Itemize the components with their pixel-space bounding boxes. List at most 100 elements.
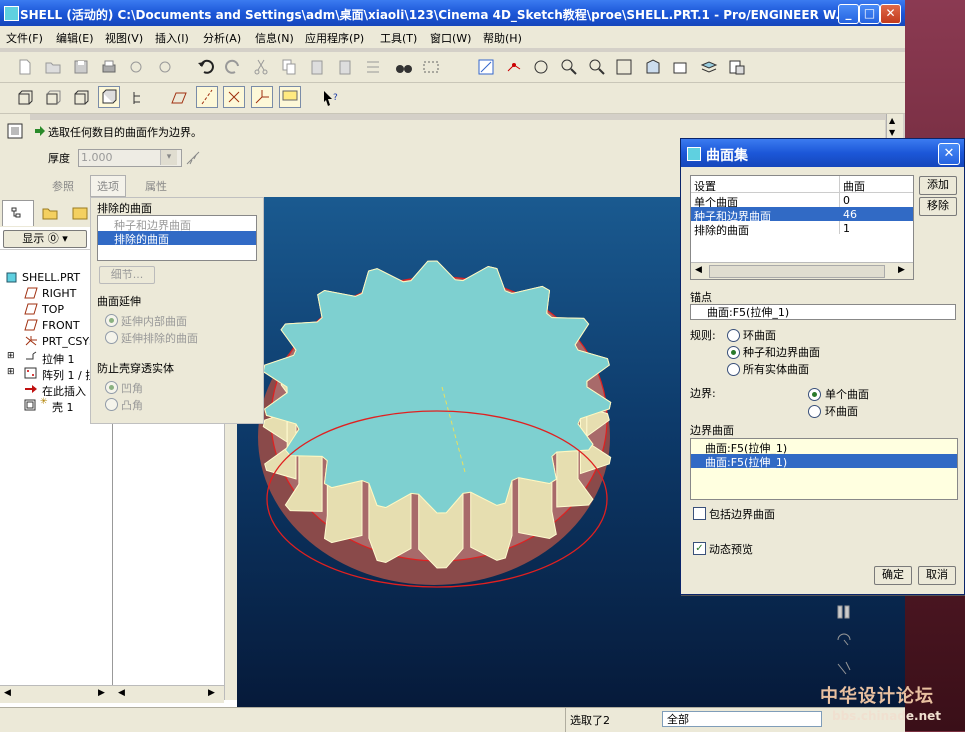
- remove-button[interactable]: 移除: [919, 197, 957, 216]
- tab-model-tree[interactable]: [2, 200, 34, 226]
- tree-horizontal-scrollbar[interactable]: ◀ ▶ ◀ ▶: [0, 685, 224, 703]
- coordinate-systems-icon[interactable]: [251, 86, 273, 108]
- table-row[interactable]: 排除的曲面 1: [691, 221, 913, 237]
- pause-icon[interactable]: [834, 602, 854, 622]
- no-hidden-icon[interactable]: [70, 87, 92, 109]
- datum-planes-icon[interactable]: [168, 87, 190, 109]
- rule-loop-radio[interactable]: [727, 329, 740, 342]
- expand-pattern-icon[interactable]: ⊞: [7, 367, 15, 377]
- menu-file[interactable]: 文件(F): [6, 30, 43, 46]
- scroll-right-icon[interactable]: ▶: [898, 265, 905, 275]
- wireframe-icon[interactable]: [14, 87, 36, 109]
- dynamic-preview-checkbox[interactable]: ✓: [693, 542, 706, 555]
- table-horizontal-scrollbar[interactable]: ◀ ▶: [691, 262, 913, 279]
- add-button[interactable]: 添加: [919, 176, 957, 195]
- open-folder-icon[interactable]: [42, 56, 64, 78]
- tree-item-insert-here[interactable]: 在此插入: [42, 383, 86, 399]
- anchor-field[interactable]: 曲面:F5(拉伸_1): [690, 304, 956, 320]
- list-item[interactable]: 种子和边界曲面: [98, 217, 256, 232]
- send-mail-icon[interactable]: [126, 56, 148, 78]
- boundary-surfaces-list[interactable]: 曲面:F5(拉伸_1) 曲面:F5(拉伸_1): [690, 438, 958, 500]
- boundary-loop-radio[interactable]: [808, 405, 821, 418]
- minimize-button[interactable]: _: [838, 4, 859, 24]
- filter-select[interactable]: 全部: [662, 711, 822, 727]
- navigator-toggle-icon[interactable]: [4, 120, 26, 142]
- scroll-thumb[interactable]: [709, 265, 885, 278]
- copy-icon[interactable]: [278, 56, 300, 78]
- verify-icon[interactable]: [834, 658, 854, 678]
- tree-vertical-scrollbar[interactable]: [224, 422, 237, 700]
- scroll-left-icon[interactable]: ◀: [4, 688, 11, 698]
- expand-extrude-icon[interactable]: ⊞: [7, 351, 15, 361]
- concave-radio[interactable]: [105, 381, 118, 394]
- zoom-out-icon[interactable]: [586, 56, 608, 78]
- menu-help[interactable]: 帮助(H): [483, 30, 522, 46]
- ok-button[interactable]: 确定: [874, 566, 912, 585]
- menu-analysis[interactable]: 分析(A): [203, 30, 241, 46]
- tab-options[interactable]: 选项: [90, 175, 126, 197]
- tab-favorites[interactable]: [68, 202, 92, 224]
- preview-icon[interactable]: [834, 630, 854, 650]
- view-manager-icon[interactable]: [726, 56, 748, 78]
- menu-edit[interactable]: 编辑(E): [56, 30, 94, 46]
- scroll-up-icon[interactable]: ▲: [889, 116, 895, 125]
- refit-icon[interactable]: [613, 56, 635, 78]
- select-box-icon[interactable]: [420, 56, 442, 78]
- detail-button[interactable]: 细节...: [99, 266, 155, 284]
- scroll-right-icon[interactable]: ▶: [98, 688, 105, 698]
- tree-item-shell[interactable]: 壳 1: [52, 399, 74, 415]
- close-button[interactable]: ✕: [880, 4, 901, 24]
- reorient-icon[interactable]: [642, 56, 664, 78]
- tree-item-extrude[interactable]: 拉伸 1: [42, 351, 75, 367]
- menu-applications[interactable]: 应用程序(P): [305, 30, 364, 46]
- paste-icon[interactable]: [306, 56, 328, 78]
- extend-inner-radio[interactable]: [105, 314, 118, 327]
- find-binoculars-icon[interactable]: [393, 56, 415, 78]
- rule-seed-boundary-radio[interactable]: [727, 346, 740, 359]
- boundary-single-radio[interactable]: [808, 388, 821, 401]
- menu-info[interactable]: 信息(N): [255, 30, 294, 46]
- scroll-left-icon[interactable]: ◀: [695, 265, 702, 275]
- scroll-left-icon[interactable]: ◀: [118, 688, 125, 698]
- menu-insert[interactable]: 插入(I): [155, 30, 189, 46]
- paste-special-icon[interactable]: [334, 56, 356, 78]
- include-boundary-checkbox[interactable]: [693, 507, 706, 520]
- thickness-dropdown-icon[interactable]: ▾: [160, 150, 177, 165]
- tab-folder-browser[interactable]: [36, 202, 64, 224]
- tree-item-csys[interactable]: PRT_CSYS: [42, 335, 96, 348]
- tree-item-pattern[interactable]: 阵列 1 / 拉: [42, 367, 96, 383]
- table-row[interactable]: 单个曲面 0: [691, 193, 913, 209]
- datum-points-icon[interactable]: [223, 86, 245, 108]
- convex-radio[interactable]: [105, 398, 118, 411]
- print-icon[interactable]: [98, 56, 120, 78]
- model-tree-toggle-icon[interactable]: [128, 87, 150, 109]
- scroll-down-icon[interactable]: ▼: [889, 128, 895, 137]
- tree-item-part[interactable]: SHELL.PRT: [22, 271, 80, 284]
- menu-tools[interactable]: 工具(T): [380, 30, 417, 46]
- list-item-selected[interactable]: 排除的曲面: [98, 231, 256, 246]
- orient-mode-icon[interactable]: [530, 56, 552, 78]
- zoom-in-icon[interactable]: [558, 56, 580, 78]
- annotations-icon[interactable]: [279, 86, 301, 108]
- saved-views-icon[interactable]: [670, 56, 692, 78]
- repaint-icon[interactable]: [475, 56, 497, 78]
- attach-mail-icon[interactable]: [154, 56, 176, 78]
- context-help-icon[interactable]: ?: [319, 87, 341, 109]
- menu-window[interactable]: 窗口(W): [430, 30, 471, 46]
- list-item-selected[interactable]: 曲面:F5(拉伸_1): [691, 454, 957, 469]
- tab-properties[interactable]: 属性: [145, 178, 167, 194]
- table-row-selected[interactable]: 种子和边界曲面 46: [691, 207, 913, 223]
- datum-axes-icon[interactable]: [196, 86, 218, 108]
- show-dropdown-button[interactable]: 显示 ⓪ ▾: [3, 230, 87, 248]
- tree-item-right[interactable]: RIGHT: [42, 287, 76, 300]
- cut-icon[interactable]: [250, 56, 272, 78]
- spin-center-icon[interactable]: [503, 56, 525, 78]
- new-file-icon[interactable]: [14, 56, 36, 78]
- redo-icon[interactable]: [222, 56, 244, 78]
- regenerate-icon[interactable]: [362, 56, 384, 78]
- maximize-button[interactable]: □: [859, 4, 880, 24]
- menu-view[interactable]: 视图(V): [105, 30, 143, 46]
- tree-item-front[interactable]: FRONT: [42, 319, 80, 332]
- tree-item-top[interactable]: TOP: [42, 303, 64, 316]
- extend-excluded-radio[interactable]: [105, 331, 118, 344]
